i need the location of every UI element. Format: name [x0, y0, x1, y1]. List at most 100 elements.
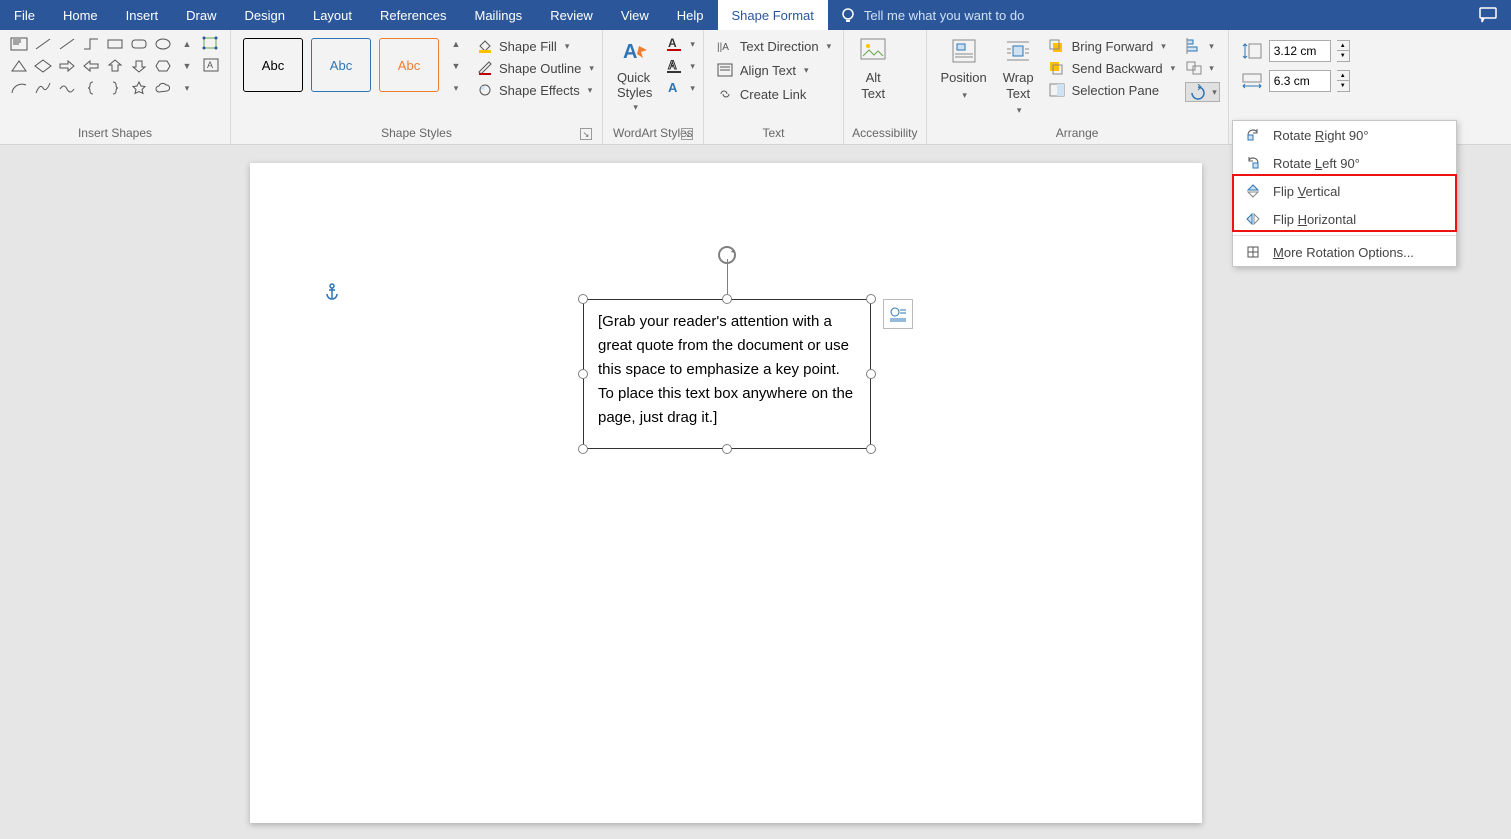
group-wordart-styles: A Quick Styles▾ A▾ A▾ A▾ WordArt Styles↘ — [603, 30, 704, 144]
tell-me-input[interactable] — [864, 8, 1084, 23]
tab-home[interactable]: Home — [49, 0, 112, 30]
draw-textbox-button[interactable]: A — [202, 57, 222, 78]
shape-curve-icon[interactable] — [32, 78, 54, 98]
tab-insert[interactable]: Insert — [112, 0, 173, 30]
shape-arrow-down-icon[interactable] — [128, 56, 150, 76]
shape-line2-icon[interactable] — [56, 34, 78, 54]
shapes-scroll-up[interactable]: ▲ — [180, 34, 194, 54]
shape-styles-dialog-launcher[interactable]: ↘ — [580, 128, 592, 140]
height-input[interactable] — [1269, 40, 1331, 62]
shape-outline-button[interactable]: Shape Outline▾ — [477, 60, 594, 76]
tab-review[interactable]: Review — [536, 0, 607, 30]
flip-horizontal-item[interactable]: Flip Horizontal — [1233, 205, 1456, 233]
shape-roundrect-icon[interactable] — [128, 34, 150, 54]
tab-references[interactable]: References — [366, 0, 460, 30]
styles-more[interactable]: ▾ — [449, 78, 463, 98]
tab-shape-format[interactable]: Shape Format — [718, 0, 828, 30]
width-down[interactable]: ▼ — [1337, 81, 1349, 91]
create-link-button[interactable]: Create Link — [716, 86, 831, 102]
shape-star-icon[interactable] — [128, 78, 150, 98]
handle-top-left[interactable] — [578, 294, 588, 304]
send-backward-button[interactable]: Send Backward▾ — [1048, 60, 1176, 76]
position-button[interactable]: Position▾ — [935, 34, 993, 103]
handle-bot-left[interactable] — [578, 444, 588, 454]
shape-arrow-up-icon[interactable] — [104, 56, 126, 76]
rotate-button[interactable]: ▾ — [1185, 82, 1220, 102]
rotate-right-90-item[interactable]: Rotate Right 90° — [1233, 121, 1456, 149]
more-rotation-options-item[interactable]: More Rotation Options... — [1233, 238, 1456, 266]
width-input[interactable] — [1269, 70, 1331, 92]
handle-bot-right[interactable] — [866, 444, 876, 454]
shape-brace-right-icon[interactable] — [104, 78, 126, 98]
shape-effects-button[interactable]: Shape Effects▾ — [477, 82, 594, 98]
align-text-button[interactable]: Align Text▾ — [716, 62, 831, 78]
height-up[interactable]: ▲ — [1337, 41, 1349, 51]
rotation-handle[interactable] — [715, 243, 739, 270]
svg-text:A: A — [668, 58, 677, 72]
layout-options-button[interactable] — [883, 299, 913, 329]
shapes-more[interactable]: ▾ — [180, 78, 194, 98]
textbox-selection[interactable]: [Grab your reader's attention with a gre… — [583, 299, 871, 449]
wordart-dialog-launcher[interactable]: ↘ — [681, 128, 693, 140]
shape-triangle-icon[interactable] — [8, 56, 30, 76]
text-effects-button[interactable]: A▾ — [666, 80, 695, 96]
tab-view[interactable]: View — [607, 0, 663, 30]
shape-wave-icon[interactable] — [56, 78, 78, 98]
style-preset-1[interactable]: Abc — [243, 38, 303, 92]
tab-file[interactable]: File — [0, 0, 49, 30]
shape-brace-left-icon[interactable] — [80, 78, 102, 98]
tab-design[interactable]: Design — [231, 0, 299, 30]
tell-me-search[interactable] — [828, 0, 1096, 30]
flip-vertical-item[interactable]: Flip Vertical — [1233, 177, 1456, 205]
shape-arc-icon[interactable] — [8, 78, 30, 98]
shape-fill-button[interactable]: Shape Fill▾ — [477, 38, 594, 54]
styles-scroll-up[interactable]: ▲ — [449, 34, 463, 54]
shape-arrow-left-icon[interactable] — [80, 56, 102, 76]
tab-layout[interactable]: Layout — [299, 0, 366, 30]
shape-oval-icon[interactable] — [152, 34, 174, 54]
handle-mid-left[interactable] — [578, 369, 588, 379]
tab-mailings[interactable]: Mailings — [461, 0, 537, 30]
tab-draw[interactable]: Draw — [172, 0, 230, 30]
text-effects-icon: A — [666, 80, 684, 96]
selection-pane-button[interactable]: Selection Pane — [1048, 82, 1176, 98]
shape-diamond-icon[interactable] — [32, 56, 54, 76]
alt-text-button[interactable]: Alt Text — [852, 34, 894, 103]
quick-styles-button[interactable]: A Quick Styles▾ — [611, 34, 658, 115]
shape-connector-icon[interactable] — [80, 34, 102, 54]
shape-rect-icon[interactable] — [104, 34, 126, 54]
shapes-scroll-down[interactable]: ▼ — [180, 56, 194, 76]
width-icon — [1241, 72, 1263, 90]
styles-scroll-down[interactable]: ▼ — [449, 56, 463, 76]
height-down[interactable]: ▼ — [1337, 51, 1349, 61]
edit-shape-button[interactable] — [202, 34, 222, 55]
shape-arrow-right-icon[interactable] — [56, 56, 78, 76]
comments-icon[interactable] — [1479, 7, 1497, 23]
style-preset-2[interactable]: Abc — [311, 38, 371, 92]
handle-bot-mid[interactable] — [722, 444, 732, 454]
wrap-text-button[interactable]: Wrap Text▾ — [997, 34, 1040, 118]
svg-text:||A: ||A — [717, 42, 729, 53]
align-objects-button[interactable]: ▾ — [1185, 38, 1220, 54]
shape-line-icon[interactable] — [32, 34, 54, 54]
handle-top-mid[interactable] — [722, 294, 732, 304]
shape-textbox-icon[interactable] — [8, 34, 30, 54]
shapes-gallery[interactable] — [8, 34, 174, 98]
handle-top-right[interactable] — [866, 294, 876, 304]
style-preset-3[interactable]: Abc — [379, 38, 439, 92]
page[interactable]: [Grab your reader's attention with a gre… — [250, 163, 1202, 823]
textbox[interactable]: [Grab your reader's attention with a gre… — [583, 299, 871, 449]
handle-mid-right[interactable] — [866, 369, 876, 379]
position-icon — [949, 36, 979, 66]
text-outline-button[interactable]: A▾ — [666, 58, 695, 74]
rotate-left-90-item[interactable]: Rotate Left 90° — [1233, 149, 1456, 177]
shape-hexagon-icon[interactable] — [152, 56, 174, 76]
flip-vertical-icon — [1245, 183, 1261, 199]
tab-help[interactable]: Help — [663, 0, 718, 30]
width-up[interactable]: ▲ — [1337, 71, 1349, 81]
shape-cloud-icon[interactable] — [152, 78, 174, 98]
text-fill-button[interactable]: A▾ — [666, 36, 695, 52]
group-objects-button[interactable]: ▾ — [1185, 60, 1220, 76]
text-direction-button[interactable]: ||A Text Direction▾ — [716, 38, 831, 54]
bring-forward-button[interactable]: Bring Forward▾ — [1048, 38, 1176, 54]
